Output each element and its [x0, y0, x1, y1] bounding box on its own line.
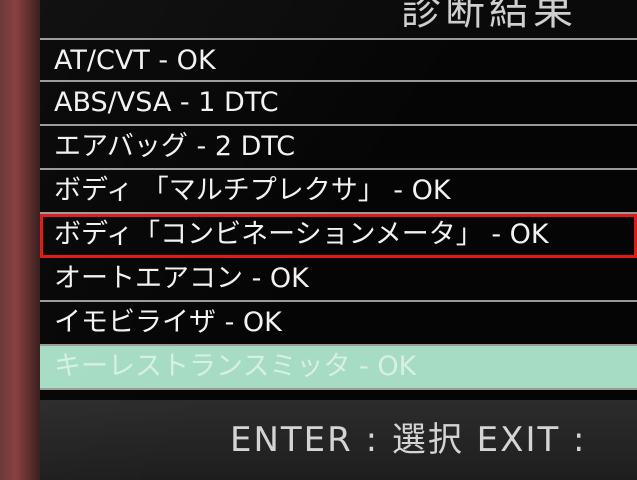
list-item-label: キーレストランスミッタ - OK — [54, 351, 417, 382]
list-item-immobilizer[interactable]: イモビライザ - OK — [40, 302, 637, 346]
list-item-label: ボディ「コンビネーションメータ」 - OK — [54, 219, 549, 250]
screen-header: 診断結果 — [40, 0, 637, 38]
device-bezel — [0, 0, 40, 480]
list-item-abs-vsa[interactable]: ABS/VSA - 1 DTC — [40, 82, 637, 126]
diagnostic-screen: 診断結果 AT/CVT - OK ABS/VSA - 1 DTC エアバッグ -… — [40, 0, 637, 480]
list-item-keyless-transmitter[interactable]: キーレストランスミッタ - OK — [40, 346, 637, 390]
list-item-label: ボディ 「マルチプレクサ」 - OK — [54, 175, 451, 206]
list-item-label: オートエアコン - OK — [54, 263, 309, 294]
list-item-body-combination-meter[interactable]: ボディ「コンビネーションメータ」 - OK — [40, 214, 637, 258]
footer-key-hint: ENTER : 選択 EXIT : — [230, 420, 587, 460]
list-item-body-multiplexer[interactable]: ボディ 「マルチプレクサ」 - OK — [40, 170, 637, 214]
list-item-label: エアバッグ - 2 DTC — [54, 131, 296, 162]
list-item-auto-aircon[interactable]: オートエアコン - OK — [40, 258, 637, 302]
list-item-label: AT/CVT - OK — [54, 45, 216, 76]
diagnostic-device: 診断結果 AT/CVT - OK ABS/VSA - 1 DTC エアバッグ -… — [0, 0, 637, 480]
diagnosis-result-list: AT/CVT - OK ABS/VSA - 1 DTC エアバッグ - 2 DT… — [40, 38, 637, 390]
list-item-label: ABS/VSA - 1 DTC — [54, 87, 279, 118]
list-item-label: イモビライザ - OK — [54, 307, 282, 338]
list-item-at-cvt[interactable]: AT/CVT - OK — [40, 38, 637, 82]
list-item-airbag[interactable]: エアバッグ - 2 DTC — [40, 126, 637, 170]
footer-bar: ENTER : 選択 EXIT : — [40, 400, 637, 480]
page-title: 診断結果 — [401, 0, 577, 34]
